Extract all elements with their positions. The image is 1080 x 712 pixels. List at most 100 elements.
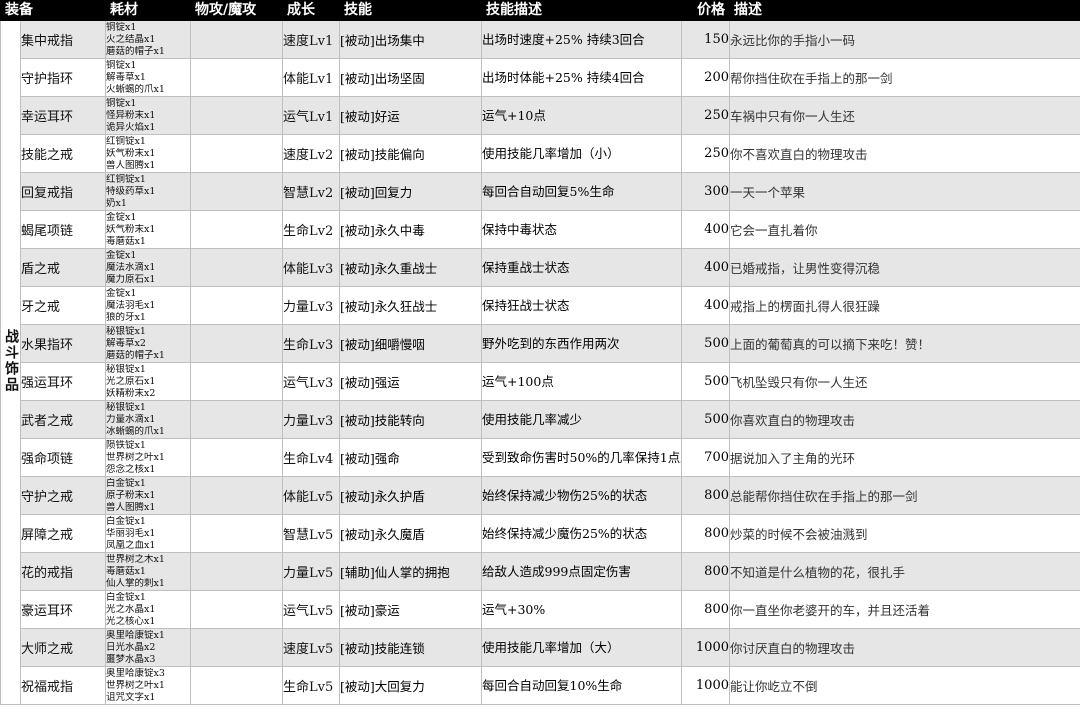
skill-cell: [被动]豪运 [339,590,482,629]
material-item: 凤凰之血x1 [106,539,156,551]
price-cell: 250 [681,134,730,173]
material-item: 狼的牙x1 [106,311,146,323]
skill-desc-cell: 运气+100点 [481,362,682,401]
growth-cell: 力量Lv5 [282,552,340,591]
table-row: 守护之戒 白金锭x1 原子粉末x1 兽人图腾x1 体能Lv5 [被动]永久护盾 始终保持减少… [0,476,1080,515]
skill-desc-cell: 使用技能几率增加（小） [481,134,682,173]
material-item: 兽人图腾x1 [106,501,156,513]
price-cell: 500 [681,324,730,363]
atk-type-cell [190,96,283,135]
material-item: 魔法水滴x1 [106,261,156,273]
equip-name: 祝福戒指 [20,666,106,705]
skill-desc-cell: 使用技能几率增加（大） [481,628,682,667]
header-equip: 装备 [0,0,106,21]
growth-cell: 速度Lv1 [282,20,340,59]
material-item: 华丽羽毛x1 [106,527,156,539]
price-cell: 150 [681,20,730,59]
material-item: 仙人掌的刺x1 [106,577,165,589]
price-cell: 1000 [681,666,730,705]
growth-cell: 智慧Lv5 [282,514,340,553]
skill-desc-cell: 野外吃到的东西作用两次 [481,324,682,363]
materials-cell: 白金锭x1 光之水晶x1 光之核心x1 [105,590,191,629]
material-item: 光之水晶x1 [106,603,156,615]
header-growth: 成长 [282,0,340,21]
skill-desc-cell: 给敌人造成999点固定伤害 [481,552,682,591]
table-row: 水果指环 秘银锭x1 解毒草x2 蘑菇的帽子x1 生命Lv3 [被动]细嚼慢咽 野外吃到的东… [0,324,1080,363]
header-materials: 耗材 [105,0,191,21]
equip-name: 武者之戒 [20,400,106,439]
material-item: 妖精粉末x2 [106,387,156,399]
table-row: 守护指环 铜锭x1 解毒草x1 火蜥蜴的爪x1 体能Lv1 [被动]出场坚固 出场时体能+2… [0,58,1080,97]
equip-name: 豪运耳环 [20,590,106,629]
equipment-table: 装备 耗材 物攻/魔攻 成长 技能 技能描述 价格 描述 战斗饰品 集中戒指 铜锭x… [0,0,1080,705]
material-item: 红铜锭x1 [106,135,146,147]
skill-cell: [被动]永久中毒 [339,210,482,249]
material-item: 毒蘑菇x1 [106,235,146,247]
material-item: 诅咒文字x1 [106,691,156,703]
atk-type-cell [190,248,283,287]
material-item: 奥里哈康锭x3 [106,667,165,679]
growth-cell: 力量Lv3 [282,286,340,325]
material-item: 金锭x1 [106,287,137,299]
price-cell: 1000 [681,628,730,667]
material-item: 冰蜥蜴的爪x1 [106,425,165,437]
atk-type-cell [190,362,283,401]
header-skill-desc: 技能描述 [481,0,682,21]
atk-type-cell [190,210,283,249]
price-cell: 300 [681,172,730,211]
material-item: 特级药草x1 [106,185,156,197]
price-cell: 800 [681,590,730,629]
note-cell: 总能帮你挡住砍在手指上的那一剑 [729,476,1080,515]
growth-cell: 运气Lv1 [282,96,340,135]
skill-cell: [被动]细嚼慢咽 [339,324,482,363]
materials-cell: 秘银锭x1 力量水滴x1 冰蜥蜴的爪x1 [105,400,191,439]
note-cell: 它会一直扎着你 [729,210,1080,249]
atk-type-cell [190,400,283,439]
note-cell: 帮你挡住砍在手指上的那一剑 [729,58,1080,97]
material-item: 解毒草x2 [106,337,146,349]
table-row: 武者之戒 秘银锭x1 力量水滴x1 冰蜥蜴的爪x1 力量Lv3 [被动]技能转向 使用技能几… [0,400,1080,439]
skill-cell: [被动]强命 [339,438,482,477]
material-item: 诡异火焰x1 [106,121,156,133]
material-item: 白金锭x1 [106,515,146,527]
materials-cell: 世界树之木x1 毒蘑菇x1 仙人掌的刺x1 [105,552,191,591]
material-item: 蘑菇的帽子x1 [106,349,165,361]
skill-cell: [被动]技能偏向 [339,134,482,173]
material-item: 妖气粉末x1 [106,223,156,235]
materials-cell: 陨铁锭x1 世界树之叶x1 怨念之核x1 [105,438,191,477]
equip-name: 强运耳环 [20,362,106,401]
materials-cell: 铜锭x1 火之结晶x1 蘑菇的帽子x1 [105,20,191,59]
material-item: 世界树之木x1 [106,553,165,565]
skill-desc-cell: 保持重战士状态 [481,248,682,287]
equip-name: 守护之戒 [20,476,106,515]
note-cell: 一天一个苹果 [729,172,1080,211]
material-item: 火蜥蜴的爪x1 [106,83,165,95]
materials-cell: 秘银锭x1 光之原石x1 妖精粉末x2 [105,362,191,401]
material-item: 蘑菇的帽子x1 [106,45,165,57]
material-item: 奥里哈康锭x1 [106,629,165,641]
growth-cell: 生命Lv2 [282,210,340,249]
material-item: 世界树之叶x1 [106,451,165,463]
materials-cell: 奥里哈康锭x1 日光水晶x2 噩梦水晶x3 [105,628,191,667]
growth-cell: 体能Lv5 [282,476,340,515]
table-row: 技能之戒 红铜锭x1 妖气粉末x1 兽人图腾x1 速度Lv2 [被动]技能偏向 使用技能几率… [0,134,1080,173]
material-item: 火之结晶x1 [106,33,156,45]
note-cell: 能让你屹立不倒 [729,666,1080,705]
skill-cell: [被动]回复力 [339,172,482,211]
materials-cell: 白金锭x1 原子粉末x1 兽人图腾x1 [105,476,191,515]
atk-type-cell [190,628,283,667]
skill-desc-cell: 保持狂战士状态 [481,286,682,325]
skill-cell: [辅助]仙人掌的拥抱 [339,552,482,591]
atk-type-cell [190,286,283,325]
skill-cell: [被动]永久护盾 [339,476,482,515]
growth-cell: 速度Lv2 [282,134,340,173]
materials-cell: 金锭x1 妖气粉末x1 毒蘑菇x1 [105,210,191,249]
note-cell: 戒指上的楞面扎得人很狂躁 [729,286,1080,325]
skill-cell: [被动]好运 [339,96,482,135]
note-cell: 车祸中只有你一人生还 [729,96,1080,135]
atk-type-cell [190,590,283,629]
skill-cell: [被动]永久魔盾 [339,514,482,553]
material-item: 光之核心x1 [106,615,156,627]
material-item: 解毒草x1 [106,71,146,83]
header-note: 描述 [729,0,1080,21]
